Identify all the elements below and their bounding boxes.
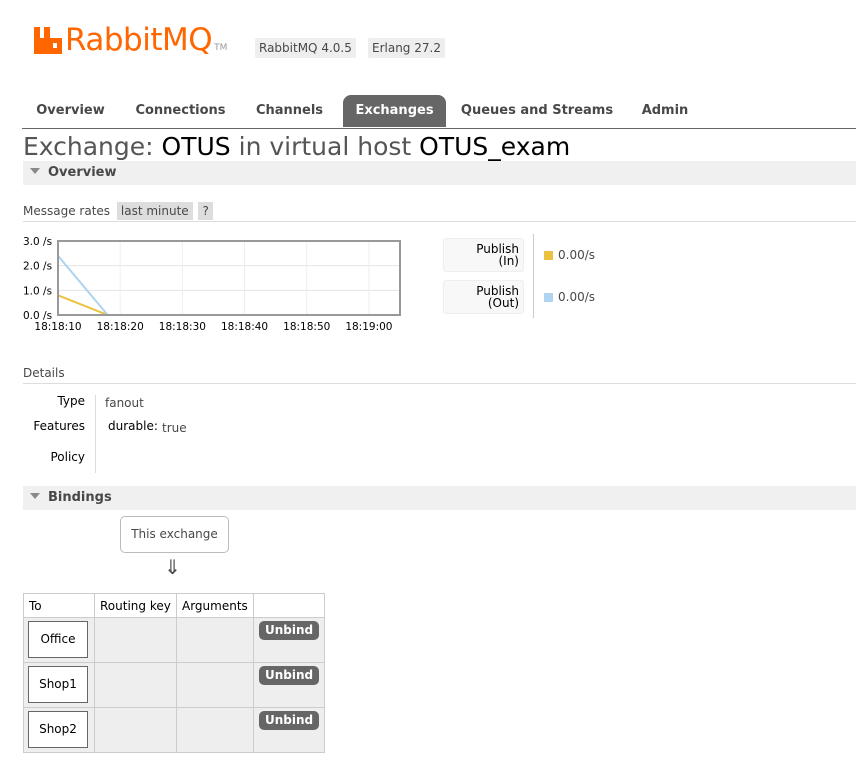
- durable-value: true: [162, 421, 187, 435]
- x-tick-label: 18:18:40: [221, 321, 268, 333]
- legend-out-value: 0.00/s: [544, 289, 595, 305]
- legend-in-line2: (In): [498, 254, 519, 268]
- title-prefix: Exchange:: [23, 132, 154, 161]
- logo-trademark: TM: [214, 43, 228, 53]
- tab-exchanges[interactable]: Exchanges: [343, 95, 446, 127]
- exchange-name: OTUS: [161, 132, 231, 161]
- x-tick-label: 18:18:30: [159, 321, 206, 333]
- y-tick-label: 2.0 /s: [23, 261, 52, 273]
- legend-out-line2: (Out): [487, 296, 519, 310]
- logo-text: RabbitMQ: [65, 22, 213, 58]
- erlang-version-badge: Erlang 27.2: [368, 38, 445, 58]
- legend-in-line1: Publish: [476, 242, 519, 256]
- routing-key-cell: [94, 662, 177, 708]
- table-row: Shop1 Unbind: [23, 662, 325, 708]
- legend-in-rate: 0.00/s: [558, 248, 596, 262]
- column-routing-key: Routing key: [94, 593, 177, 618]
- queue-link-shop2[interactable]: Shop2: [28, 711, 88, 748]
- policy-label: Policy: [50, 450, 85, 464]
- routing-key-cell: [94, 617, 177, 663]
- page-title: Exchange: OTUS in virtual host OTUS_exam: [23, 131, 570, 163]
- chart-frame: [57, 240, 401, 316]
- down-arrow-icon: ⇓: [164, 555, 181, 579]
- rabbitmq-logo[interactable]: RabbitMQ TM: [33, 21, 228, 58]
- arguments-cell: [176, 707, 254, 753]
- type-value: fanout: [105, 396, 144, 410]
- bindings-table: To Routing key Arguments Office Unbind S…: [23, 593, 325, 753]
- help-button[interactable]: ?: [198, 202, 213, 220]
- legend-in-swatch: [544, 251, 553, 260]
- main-nav: Overview Connections Channels Exchanges …: [22, 95, 856, 129]
- routing-key-cell: [94, 707, 177, 753]
- legend-out-rate: 0.00/s: [558, 290, 596, 304]
- column-arguments: Arguments: [176, 593, 254, 618]
- vhost-name: OTUS_exam: [419, 132, 571, 161]
- message-rates-chart: 3.0 /s2.0 /s1.0 /s0.0 /s18:18:10 18:18:20…: [23, 236, 401, 333]
- queue-link-office[interactable]: Office: [28, 621, 88, 658]
- tab-connections[interactable]: Connections: [126, 95, 235, 127]
- collapse-triangle-icon: [30, 493, 40, 499]
- tab-queues-and-streams[interactable]: Queues and Streams: [455, 95, 619, 127]
- durable-key: durable:: [108, 419, 158, 433]
- bindings-section-toggle[interactable]: Bindings: [23, 486, 856, 510]
- x-tick-label: 18:18:20: [97, 321, 144, 333]
- features-label: Features: [33, 419, 85, 433]
- column-actions: [253, 593, 325, 618]
- legend-publish-in[interactable]: Publish (In): [443, 238, 524, 272]
- legend-in-value: 0.00/s: [544, 247, 595, 263]
- overview-section-label: Overview: [48, 165, 117, 180]
- y-tick-label: 1.0 /s: [23, 285, 52, 297]
- table-header-row: To Routing key Arguments: [23, 593, 325, 618]
- rabbitmq-version-badge: RabbitMQ 4.0.5: [255, 38, 356, 58]
- unbind-button[interactable]: Unbind: [259, 666, 320, 685]
- unbind-button[interactable]: Unbind: [259, 711, 320, 730]
- queue-link-shop1[interactable]: Shop1: [28, 666, 88, 703]
- bindings-section-label: Bindings: [48, 490, 112, 505]
- details-divider: [95, 395, 96, 473]
- this-exchange-box: This exchange: [120, 516, 229, 553]
- y-tick-label: 3.0 /s: [23, 236, 52, 248]
- table-row: Office Unbind: [23, 617, 325, 663]
- tab-overview[interactable]: Overview: [22, 95, 119, 127]
- rates-range-selector[interactable]: last minute: [116, 202, 193, 220]
- details-heading: Details: [23, 365, 856, 384]
- table-row: Shop2 Unbind: [23, 707, 325, 753]
- unbind-button[interactable]: Unbind: [259, 621, 320, 640]
- title-middle: in virtual host: [238, 132, 412, 161]
- rabbit-logo-icon: [34, 27, 62, 54]
- x-tick-label: 18:18:50: [283, 321, 330, 333]
- collapse-triangle-icon: [30, 168, 40, 174]
- x-tick-label: 18:19:00: [345, 321, 392, 333]
- legend-out-swatch: [544, 293, 553, 302]
- overview-section-toggle[interactable]: Overview: [23, 161, 856, 185]
- arguments-cell: [176, 662, 254, 708]
- tab-admin[interactable]: Admin: [628, 95, 702, 127]
- column-to: To: [23, 593, 95, 618]
- arguments-cell: [176, 617, 254, 663]
- tab-channels[interactable]: Channels: [245, 95, 334, 127]
- legend-out-line1: Publish: [476, 284, 519, 298]
- type-label: Type: [57, 394, 85, 408]
- legend-divider: [533, 234, 534, 318]
- message-rates-row: Message rates last minute ?: [23, 201, 856, 222]
- x-tick-label: 18:18:10: [34, 321, 81, 333]
- message-rates-label: Message rates: [23, 204, 111, 218]
- legend-publish-out[interactable]: Publish (Out): [443, 280, 524, 314]
